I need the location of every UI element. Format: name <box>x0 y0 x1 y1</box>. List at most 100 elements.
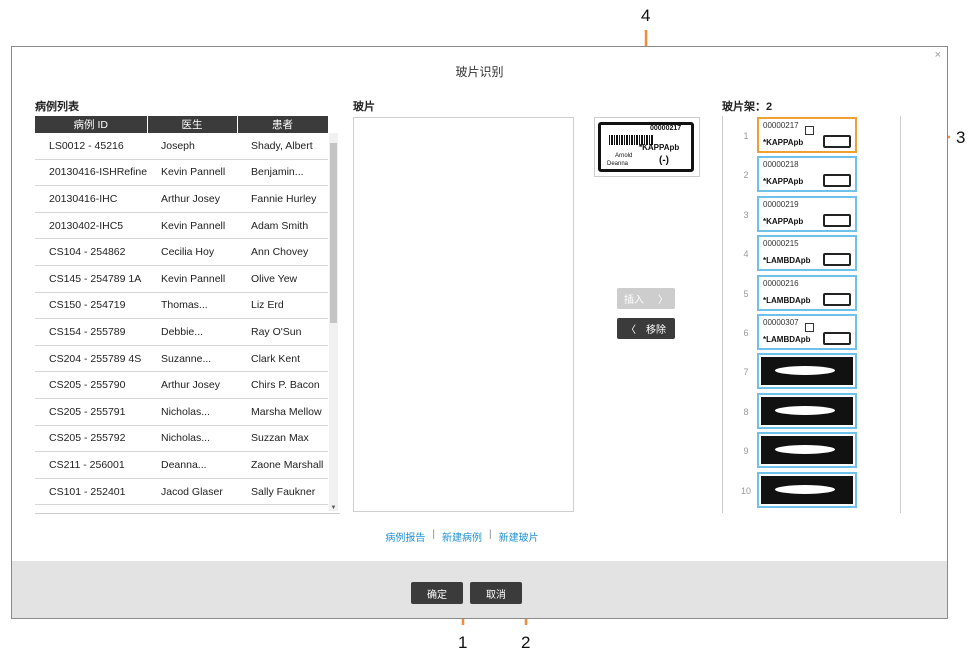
column-header-patient[interactable]: 患者 <box>237 116 329 133</box>
patient-cell: Sally Faukner <box>237 478 328 506</box>
doctor-cell: Kevin Pannell <box>147 212 237 240</box>
slide-label-thumbnail <box>761 357 853 386</box>
rack-slot[interactable]: 00000217 *KAPPApb <box>757 117 857 153</box>
chevron-left-icon: 〈 <box>626 325 636 336</box>
case-list: 病例 ID 医生 患者 LS0012 - 45216 Joseph Shady, A… <box>35 116 340 513</box>
case-row[interactable]: LS0012 - 45216 Joseph Shady, Albert <box>35 133 328 160</box>
qr-code-icon <box>805 126 814 135</box>
slot-stain-name: *LAMBDApb <box>763 335 811 344</box>
doctor-cell: Arthur Josey <box>147 371 237 399</box>
label-image-name: Arnold <box>615 153 633 159</box>
case-row[interactable]: CS101 - 252401 Jacod Glaser Sally Faukner <box>35 478 328 506</box>
new-case-link[interactable]: 新建病例 <box>442 529 482 544</box>
case-report-link[interactable]: 病例报告 <box>385 529 425 544</box>
doctor-cell: Nicholas... <box>147 425 237 453</box>
doctor-cell: Thomas... <box>147 292 237 320</box>
case-row[interactable]: CS204 - 255789 4S Suzanne... Clark Kent <box>35 345 328 373</box>
patient-cell: Adam Smith <box>237 212 328 240</box>
close-icon[interactable]: × <box>935 49 941 61</box>
patient-cell: Liz Erd <box>237 292 328 320</box>
scrollbar-thumb[interactable] <box>330 143 337 323</box>
doctor-cell: Cecilia Hoy <box>147 238 237 266</box>
case-id-cell: CS145 - 254789 1A <box>35 265 147 293</box>
rack-slot[interactable]: 00000216 *LAMBDApb <box>757 274 857 311</box>
rack-position-number: 8 <box>743 406 749 417</box>
case-row[interactable]: 20130416-IHC Arthur Josey Fannie Hurley <box>35 185 328 213</box>
case-id-cell: 20130416-IHC <box>35 185 147 213</box>
patient-cell: Shady, Albert <box>237 133 328 160</box>
case-row[interactable]: CS150 - 254719 Thomas... Liz Erd <box>35 292 328 320</box>
doctor-cell: Arthur Josey <box>147 185 237 213</box>
doctor-cell: Joseph <box>147 133 237 160</box>
doctor-cell: Suzanne... <box>147 345 237 373</box>
rack-slot[interactable]: 00000219 *KAPPApb <box>757 195 857 232</box>
label-image-id: 00000217 <box>650 125 682 132</box>
rack-slot[interactable]: 00000218 *KAPPApb <box>757 156 857 193</box>
column-header-doctor[interactable]: 医生 <box>147 116 238 133</box>
rack-position-number: 4 <box>743 249 749 260</box>
divider <box>35 513 340 514</box>
slot-slide-id: 00000218 <box>763 160 799 170</box>
slot-slide-id: 00000217 <box>763 121 799 130</box>
slot-stain-name: *LAMBDApb <box>763 295 811 305</box>
patient-cell: Suzzan Max <box>237 425 328 453</box>
patient-cell: Fannie Hurley <box>237 185 328 213</box>
rack-slot[interactable] <box>757 353 857 390</box>
slides-list[interactable] <box>353 117 574 512</box>
case-id-cell: CS204 - 255789 4S <box>35 345 147 373</box>
doctor-cell: Jacod Glaser <box>147 478 237 506</box>
case-row[interactable]: CS211 - 256001 Deanna... Zaone Marshall <box>35 451 328 479</box>
thumbnail-highlight <box>775 484 835 494</box>
remove-button[interactable]: 〈 移除 <box>617 318 675 339</box>
rack-position-number: 1 <box>743 131 749 141</box>
slide-rack: 1 00000217 *KAPPApb 2 00000218 *KAPPApb 3 00000… <box>722 116 901 513</box>
remove-button-label: 移除 <box>646 325 666 336</box>
case-row[interactable]: CS205 - 255791 Nicholas... Marsha Mellow <box>35 398 328 426</box>
slide-label-mini-icon <box>823 253 851 267</box>
column-header-case-id[interactable]: 病例 ID <box>35 116 148 133</box>
rack-slot[interactable] <box>757 432 857 469</box>
slot-stain-name: *KAPPApb <box>763 216 804 226</box>
callout-1: 1 <box>458 633 468 652</box>
rack-position-number: 2 <box>743 170 749 181</box>
doctor-cell: Deanna... <box>147 451 237 479</box>
rack-slot[interactable] <box>757 471 857 508</box>
slot-stain-name: *KAPPApb <box>763 177 804 187</box>
case-row[interactable]: CS145 - 254789 1A Kevin Pannell Olive Yew <box>35 265 328 293</box>
case-row[interactable]: CS205 - 255790 Arthur Josey Chirs P. Bacon <box>35 371 328 399</box>
case-row[interactable]: CS154 - 255789 Debbie... Ray O'Sun <box>35 318 328 346</box>
rack-position-number: 3 <box>743 209 749 220</box>
rack-slot[interactable]: 00000215 *LAMBDApb <box>757 235 857 272</box>
rack-slot[interactable] <box>757 392 857 429</box>
link-separator: | <box>432 529 435 540</box>
case-table: 病例 ID 医生 患者 LS0012 - 45216 Joseph Shady, A… <box>35 116 329 506</box>
case-row[interactable]: 20130402-IHC5 Kevin Pannell Adam Smith <box>35 212 328 240</box>
rack-label: 玻片架：2 <box>722 101 773 113</box>
rack-position-number: 7 <box>743 367 749 378</box>
new-slide-link[interactable]: 新建玻片 <box>499 529 539 544</box>
patient-cell: Clark Kent <box>237 345 328 373</box>
doctor-cell: Nicholas... <box>147 398 237 426</box>
case-list-scrollbar[interactable]: ▼ <box>329 133 338 511</box>
insert-button[interactable]: 插入 〉 <box>617 288 675 309</box>
rack-position-number: 9 <box>743 446 749 457</box>
slot-slide-id: 00000216 <box>763 278 799 288</box>
callout-3: 3 <box>956 128 966 147</box>
scroll-down-arrow-icon[interactable]: ▼ <box>329 505 338 511</box>
case-id-cell: CS104 - 254862 <box>35 238 147 266</box>
callout-2: 2 <box>521 633 531 652</box>
ok-button[interactable]: 确定 <box>411 582 463 604</box>
patient-cell: Ann Chovey <box>237 238 328 266</box>
cancel-button[interactable]: 取消 <box>470 582 522 604</box>
slide-label-thumbnail <box>761 436 853 465</box>
rack-position-number: 6 <box>743 328 749 338</box>
case-row[interactable]: CS205 - 255792 Nicholas... Suzzan Max <box>35 425 328 453</box>
label-image-patient: Deanna <box>607 161 629 167</box>
case-row[interactable]: CS104 - 254862 Cecilia Hoy Ann Chovey <box>35 238 328 266</box>
case-row[interactable]: 20130416-ISHRefine Kevin Pannell Benjamin.… <box>35 159 328 187</box>
case-table-header: 病例 ID 医生 患者 <box>35 116 329 133</box>
dialog-footer: 确定 取消 <box>12 561 947 618</box>
rack-slot[interactable]: 00000307 *LAMBDApb <box>757 314 857 350</box>
slide-label-mini-icon <box>823 174 851 188</box>
patient-cell: Benjamin... <box>237 159 328 187</box>
